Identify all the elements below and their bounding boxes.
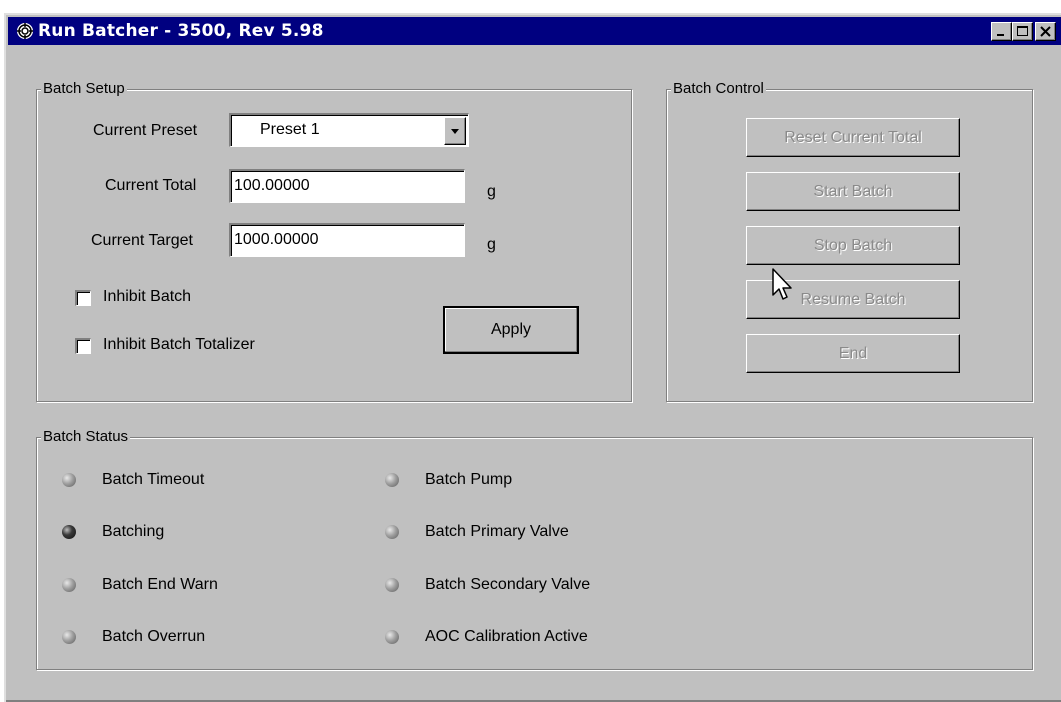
reset-current-total-button[interactable]: Reset Current Total xyxy=(746,118,960,157)
inhibit-batch-label: Inhibit Batch xyxy=(103,288,192,305)
current-preset-label: Current Preset xyxy=(93,122,198,139)
stop-batch-button[interactable]: Stop Batch xyxy=(746,226,960,265)
batch-overrun-led-icon xyxy=(62,630,76,644)
batch-control-legend: Batch Control xyxy=(671,80,766,97)
current-target-label: Current Target xyxy=(91,232,193,249)
batch-end-warn-led-icon xyxy=(62,578,76,592)
batch-pump-led-icon xyxy=(385,473,399,487)
batch-secondary-valve-label: Batch Secondary Valve xyxy=(425,576,591,593)
mouse-pointer-icon xyxy=(772,268,792,300)
batch-end-warn-label: Batch End Warn xyxy=(102,576,218,593)
current-total-value: 100.00000 xyxy=(234,177,310,194)
current-total-field[interactable]: 100.00000 xyxy=(229,169,465,203)
close-button[interactable] xyxy=(1035,22,1056,41)
window-title: Run Batcher - 3500, Rev 5.98 xyxy=(38,21,324,41)
current-preset-value: Preset 1 xyxy=(260,121,320,138)
app-icon xyxy=(17,23,33,39)
minimize-icon xyxy=(997,34,1004,36)
close-icon xyxy=(1040,26,1051,37)
start-batch-button[interactable]: Start Batch xyxy=(746,172,960,211)
inhibit-batch-checkbox[interactable] xyxy=(75,290,91,306)
maximize-button[interactable] xyxy=(1012,22,1033,41)
batch-status-group: Batch Status Batch Timeout Batching Batc… xyxy=(36,428,1033,670)
current-target-value: 1000.00000 xyxy=(234,231,319,248)
batching-label: Batching xyxy=(102,523,165,540)
dropdown-button[interactable] xyxy=(444,117,466,145)
chevron-down-icon xyxy=(451,129,459,134)
batch-secondary-valve-led-icon xyxy=(385,578,399,592)
inhibit-totalizer-checkbox[interactable] xyxy=(75,338,91,354)
minimize-button[interactable] xyxy=(991,22,1012,41)
batch-pump-label: Batch Pump xyxy=(425,471,513,488)
run-batcher-window: Run Batcher - 3500, Rev 5.98 Batch Setup… xyxy=(4,13,1061,702)
aoc-calibration-label: AOC Calibration Active xyxy=(425,628,588,645)
batch-primary-valve-label: Batch Primary Valve xyxy=(425,523,569,540)
current-total-unit: g xyxy=(487,183,496,200)
batch-primary-valve-led-icon xyxy=(385,525,399,539)
batch-status-legend: Batch Status xyxy=(41,428,131,445)
current-preset-select[interactable]: Preset 1 xyxy=(229,113,469,147)
inhibit-totalizer-label: Inhibit Batch Totalizer xyxy=(103,336,255,353)
title-bar[interactable]: Run Batcher - 3500, Rev 5.98 xyxy=(8,17,1061,45)
current-target-unit: g xyxy=(487,236,496,253)
current-total-label: Current Total xyxy=(105,177,197,194)
apply-button[interactable]: Apply xyxy=(443,306,579,354)
batch-overrun-label: Batch Overrun xyxy=(102,628,206,645)
current-target-field[interactable]: 1000.00000 xyxy=(229,223,465,257)
batch-timeout-led-icon xyxy=(62,473,76,487)
maximize-icon xyxy=(1017,26,1028,36)
aoc-calibration-led-icon xyxy=(385,630,399,644)
batch-setup-group: Batch Setup Current Preset Preset 1 Curr… xyxy=(36,80,632,402)
batch-timeout-label: Batch Timeout xyxy=(102,471,205,488)
batch-control-group: Batch Control Reset Current Total Start … xyxy=(666,80,1033,402)
end-button[interactable]: End xyxy=(746,334,960,373)
batch-setup-legend: Batch Setup xyxy=(41,80,127,97)
batching-led-icon xyxy=(62,525,76,539)
